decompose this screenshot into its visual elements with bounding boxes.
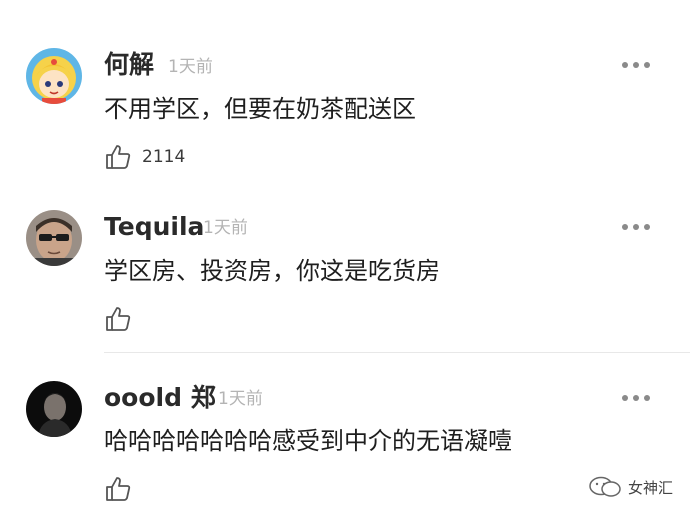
username[interactable]: Tequila <box>104 212 204 242</box>
timestamp: 1天前 <box>203 218 248 238</box>
username[interactable]: 何解 <box>104 50 154 80</box>
avatar[interactable] <box>26 48 82 104</box>
timestamp: 1天前 <box>168 57 213 77</box>
wechat-icon <box>589 476 621 497</box>
thumbs-up-icon <box>106 477 131 501</box>
comment-text: 学区房、投资房，你这是吃货房 <box>104 257 440 285</box>
dark-portrait-avatar-icon <box>26 381 82 437</box>
divider <box>104 352 690 353</box>
avatar[interactable] <box>26 381 82 437</box>
like-button[interactable] <box>104 304 142 334</box>
username[interactable]: ooold 郑 <box>104 383 216 413</box>
comment-text: 哈哈哈哈哈哈哈感受到中介的无语凝噎 <box>104 427 512 455</box>
portrait-avatar-icon <box>26 210 82 266</box>
thumbs-up-icon <box>106 145 131 169</box>
avatar[interactable] <box>26 210 82 266</box>
more-options-icon[interactable] <box>622 222 652 232</box>
comment-text: 不用学区，但要在奶茶配送区 <box>104 95 416 123</box>
like-button[interactable]: 2114 <box>104 142 185 172</box>
like-button[interactable] <box>104 474 142 504</box>
watermark-label: 女神汇 <box>628 478 674 497</box>
more-options-icon[interactable] <box>622 393 652 403</box>
watermark: 女神汇 <box>588 474 673 500</box>
more-options-icon[interactable] <box>622 60 652 70</box>
like-count: 2114 <box>142 147 186 167</box>
cartoon-avatar-icon <box>26 48 82 104</box>
thumbs-up-icon <box>106 307 131 331</box>
timestamp: 1天前 <box>218 389 263 409</box>
